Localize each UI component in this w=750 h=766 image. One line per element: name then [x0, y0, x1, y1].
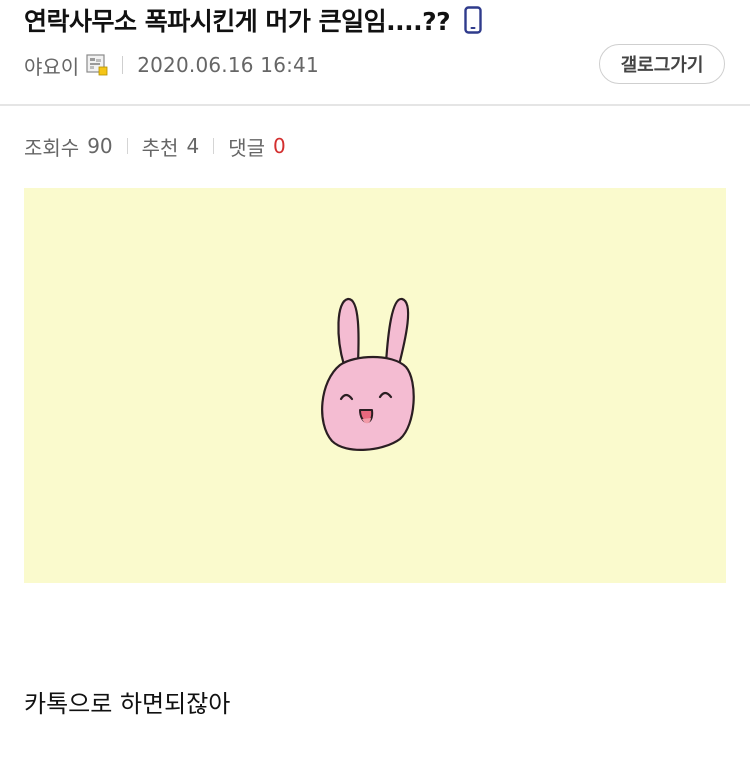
post-stats: 조회수 90 추천 4 댓글 0	[24, 130, 286, 162]
author-name[interactable]: 야요이	[24, 51, 79, 80]
post-image[interactable]	[24, 188, 726, 583]
fixed-nick-icon	[86, 54, 108, 76]
recommend-label: 추천	[141, 135, 179, 160]
post-date: 2020.06.16 16:41	[137, 53, 319, 77]
post-meta: 야요이 2020.06.16 16:41	[24, 48, 319, 82]
mobile-phone-icon	[464, 6, 482, 34]
comments-label[interactable]: 댓글	[228, 132, 265, 161]
comments-count[interactable]: 0	[273, 134, 286, 158]
header-divider	[0, 104, 750, 106]
views-count: 90	[87, 134, 113, 158]
post-title: 연락사무소 폭파시킨게 머가 큰일임....??	[24, 7, 451, 36]
post-body: 카톡으로 하면되잖아	[24, 690, 231, 718]
views-label: 조회수	[24, 135, 80, 160]
stats-separator	[126, 138, 128, 154]
meta-separator	[122, 56, 124, 74]
stats-separator	[213, 138, 215, 154]
recommend-count: 4	[186, 134, 200, 158]
post-header: 연락사무소 폭파시킨게 머가 큰일임....??	[24, 2, 730, 38]
rabbit-illustration	[321, 297, 415, 451]
gallog-button[interactable]: 갤로그가기	[599, 44, 725, 84]
